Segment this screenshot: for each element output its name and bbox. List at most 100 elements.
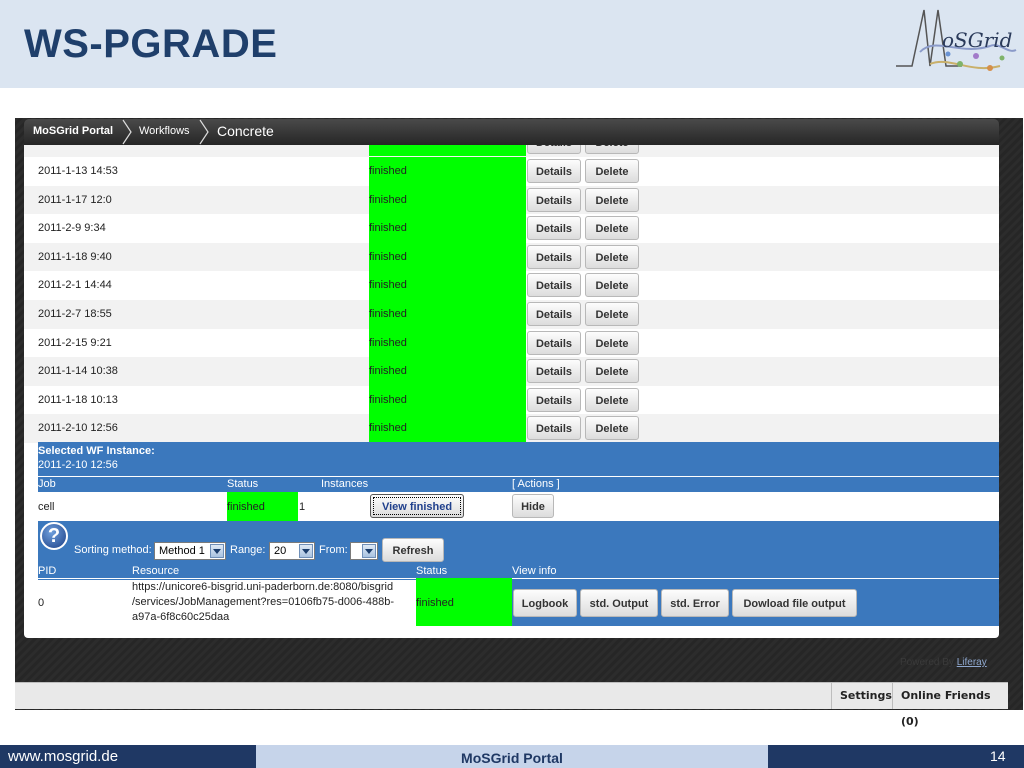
status-cell: finished (369, 242, 526, 272)
table-row: 2011-1-17 12:0 finished Details Delete (24, 185, 999, 215)
details-button[interactable]: Details (527, 302, 581, 326)
std-output-button[interactable]: std. Output (580, 589, 658, 617)
delete-button[interactable]: Delete (585, 216, 639, 241)
delete-button[interactable]: Delete (585, 359, 639, 384)
header-divider (38, 476, 999, 477)
hide-button[interactable]: Hide (512, 494, 554, 518)
sorting-label: Sorting method: (74, 544, 152, 556)
chevron-down-icon (362, 544, 376, 558)
resource-line: /services/JobManagement?res=0106fb75-d00… (132, 596, 395, 608)
status-cell: finished (369, 414, 526, 443)
status-text: finished (369, 365, 407, 378)
resource-line: https://unicore6-bisgrid.uni-paderborn.d… (132, 581, 394, 593)
pid-status-text: finished (416, 597, 454, 609)
breadcrumb-concrete: Concrete (217, 123, 274, 139)
status-text: finished (369, 279, 407, 292)
status-cell: finished (369, 357, 526, 386)
details-button[interactable]: Details (527, 330, 581, 355)
std-error-button[interactable]: std. Error (661, 589, 729, 617)
details-button[interactable]: Details (527, 216, 581, 241)
breadcrumb-separator-icon (199, 119, 209, 145)
job-row: cell finished 1 View finished Hide (38, 492, 999, 521)
status-header: Status (416, 565, 448, 577)
status-text: finished (369, 393, 407, 406)
table-row: 2011-1-18 10:13 finished Details Delete (24, 385, 999, 415)
pid-cell: 0 (38, 580, 132, 626)
table-row: 2011-2-1 14:44 finished Details Delete (24, 271, 999, 300)
dock-settings[interactable]: Settings (831, 683, 900, 709)
col-header-instances: Instances (321, 478, 369, 490)
selected-heading: Selected WF Instance: (38, 445, 155, 457)
delete-button[interactable]: Delete (585, 387, 639, 412)
logbook-button[interactable]: Logbook (513, 589, 577, 617)
resource-line: a97a-6f8c60c25daa (132, 611, 230, 623)
sorting-select[interactable]: Method 1 (154, 542, 226, 560)
download-output-button[interactable]: Dowload file output (732, 589, 857, 617)
details-button[interactable]: Details (527, 273, 581, 298)
delete-button[interactable]: Delete (585, 302, 639, 326)
table-row: 2011-1-14 10:38 finished Details Delete (24, 357, 999, 386)
view-finished-button[interactable]: View finished (370, 494, 464, 518)
details-button[interactable]: Details (527, 416, 581, 441)
instance-date: 2011-2-15 9:21 (38, 336, 112, 349)
status-cell: finished (369, 185, 526, 215)
from-label: From: (319, 544, 348, 556)
liferay-link[interactable]: Liferay (957, 657, 987, 668)
breadcrumb-separator-icon (122, 119, 132, 145)
range-select[interactable]: 20 (269, 542, 315, 560)
details-button[interactable]: Details (527, 387, 581, 412)
range-label: Range: (230, 544, 266, 556)
status-cell: finished (369, 214, 526, 243)
instance-date: 2011-1-18 10:13 (38, 393, 118, 406)
powered-by-text: Powered By (900, 657, 957, 668)
status-cell: finished (369, 157, 526, 186)
footer-right-band (768, 745, 1024, 768)
details-button[interactable]: Details (527, 159, 581, 183)
breadcrumb: MoSGrid Portal Workflows Concrete (24, 119, 999, 145)
details-button[interactable]: Details (527, 244, 581, 269)
from-select[interactable] (350, 542, 378, 560)
instance-date: 2011-2-10 12:56 (38, 422, 118, 435)
instance-date: 2011-2-7 18:55 (38, 308, 112, 320)
instance-date: 2011-2-1 14:44 (38, 279, 112, 292)
job-status-cell: finished (227, 492, 298, 521)
pid-header: PID (38, 565, 57, 577)
resource-cell: https://unicore6-bisgrid.uni-paderborn.d… (132, 580, 416, 626)
details-button[interactable]: Details (527, 359, 581, 384)
logo-text: oSGrid (942, 28, 1013, 52)
status-cell: finished (369, 328, 526, 358)
status-text: finished (369, 336, 407, 349)
delete-button[interactable]: Delete (585, 244, 639, 269)
details-button[interactable]: Details (527, 187, 581, 212)
delete-button[interactable]: Delete (585, 330, 639, 355)
dock-online-friends[interactable]: Online Friends (0) (892, 683, 1008, 728)
breadcrumb-workflows[interactable]: Workflows (139, 125, 190, 137)
instance-date: 2011-2-9 9:34 (38, 222, 106, 235)
job-name: cell (38, 501, 55, 513)
help-icon[interactable]: ? (40, 522, 68, 550)
instance-date: 2011-1-14 10:38 (38, 365, 118, 378)
status-cell: finished (369, 300, 526, 329)
table-row: 2011-1-18 9:40 finished Details Delete (24, 242, 999, 272)
breadcrumb-portal[interactable]: MoSGrid Portal (33, 125, 113, 137)
delete-button[interactable]: Delete (585, 273, 639, 298)
instance-date: 2011-1-17 12:0 (38, 193, 112, 206)
refresh-button[interactable]: Refresh (382, 538, 444, 562)
delete-button[interactable]: Delete (585, 159, 639, 183)
footer-title: MoSGrid Portal (461, 750, 563, 766)
job-instances: 1 (299, 501, 306, 513)
selected-date: 2011-2-10 12:56 (38, 459, 118, 471)
col-header-status: Status (227, 478, 259, 490)
status-cell: finished (369, 385, 526, 415)
delete-button[interactable]: Delete (585, 416, 639, 441)
portal-dock: Settings Online Friends (0) (15, 682, 1008, 728)
pid-status-cell: finished (416, 578, 512, 626)
slide-title: WS-PGRADE (24, 22, 278, 66)
workflow-portlet: 2011-1-31 14:24 finished Details Delete … (24, 122, 999, 638)
status-cell: finished (369, 271, 526, 300)
delete-button[interactable]: Delete (585, 187, 639, 212)
range-value: 20 (274, 545, 287, 557)
table-row: 2011-2-10 12:56 finished Details Delete (24, 414, 999, 443)
status-text: finished (369, 250, 407, 263)
pid-text: 0 (38, 597, 45, 609)
